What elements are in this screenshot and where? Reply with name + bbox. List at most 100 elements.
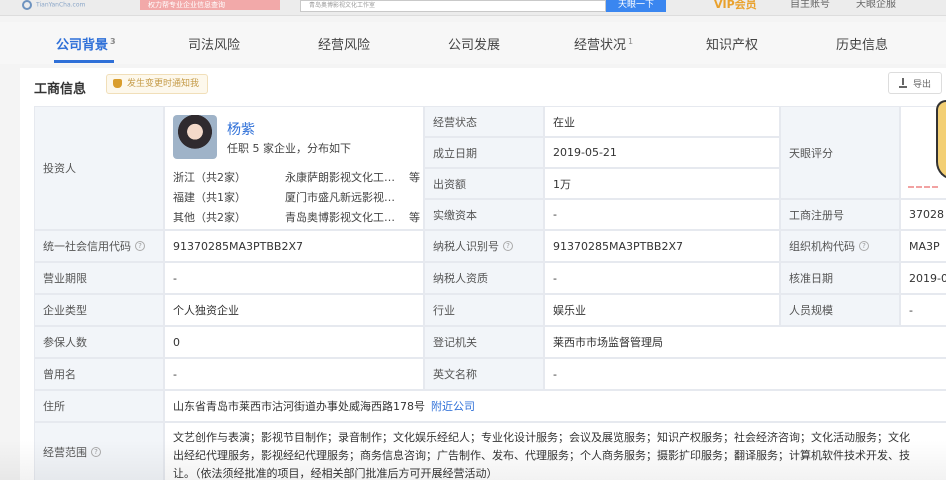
tab-label: 司法风险 bbox=[188, 38, 241, 53]
status-value: 在业 bbox=[544, 106, 780, 137]
enterprise-service-link[interactable]: 天眼企服 bbox=[856, 0, 896, 10]
approve-date-value: 2019-0 bbox=[900, 262, 946, 294]
province-row: 其他（共2家） bbox=[173, 211, 246, 224]
investor-summary: 任职 5 家企业，分布如下 bbox=[227, 142, 351, 155]
former-name-label: 曾用名 bbox=[34, 358, 164, 390]
tab-bar: 公司背景 3 司法风险 经营风险 公司发展 经营状况 1 知识产权 历史信息 bbox=[0, 22, 946, 64]
term-label: 营业期限 bbox=[34, 262, 164, 294]
download-icon bbox=[899, 78, 907, 88]
vip-link[interactable]: VIP会员 bbox=[714, 0, 757, 10]
business-info-panel: 工商信息 发生变更时通知我 导出 投资人 杨紫 任职 5 家企业，分布如下 浙江… bbox=[20, 68, 946, 480]
scope-line: 文艺创作与表演；影视节目制作；录音制作；文化娱乐经纪人；专业化设计服务；会议及展… bbox=[173, 431, 910, 444]
found-date-label: 成立日期 bbox=[424, 137, 544, 168]
english-name-value: - bbox=[544, 358, 946, 390]
account-link[interactable]: 自主账号 bbox=[790, 0, 830, 10]
staff-size-value: - bbox=[900, 294, 946, 326]
scope-label-text: 经营范围 bbox=[43, 446, 87, 459]
section-title: 工商信息 bbox=[34, 82, 87, 97]
help-icon[interactable]: ? bbox=[91, 447, 101, 457]
org-code-label: 组织机构代码? bbox=[780, 230, 900, 262]
insured-label: 参保人数 bbox=[34, 326, 164, 358]
paid-capital-label: 实缴资本 bbox=[424, 199, 544, 230]
tab-company-background[interactable]: 公司背景 3 bbox=[56, 34, 116, 53]
help-icon[interactable]: ? bbox=[503, 241, 513, 251]
province-row: 浙江（共2家） bbox=[173, 171, 246, 184]
taxpayer-qual-value: - bbox=[544, 262, 780, 294]
scope-line: 让。（依法须经批准的项目，经相关部门批准后方可开展经营活动） bbox=[173, 467, 498, 480]
tab-history[interactable]: 历史信息 bbox=[836, 34, 888, 53]
address-label: 住所 bbox=[34, 390, 164, 422]
industry-label: 行业 bbox=[424, 294, 544, 326]
nearby-companies-link[interactable]: 附近公司 bbox=[431, 398, 475, 414]
change-notify-button[interactable]: 发生变更时通知我 bbox=[106, 74, 209, 94]
reg-number-label: 工商注册号 bbox=[780, 199, 900, 230]
taxpayer-qual-label: 纳税人资质 bbox=[424, 262, 544, 294]
industry-value: 娱乐业 bbox=[544, 294, 780, 326]
credit-code-label: 统一社会信用代码? bbox=[34, 230, 164, 262]
tab-judicial-risk[interactable]: 司法风险 bbox=[188, 34, 240, 53]
help-icon[interactable]: ? bbox=[859, 241, 869, 251]
former-name-value: - bbox=[164, 358, 424, 390]
search-button[interactable]: 天眼一下 bbox=[606, 0, 666, 12]
site-logo[interactable]: TianYanCha.com bbox=[22, 0, 132, 12]
decorative-mark bbox=[908, 186, 938, 190]
cartoon-sticker bbox=[936, 100, 946, 180]
tax-id-value: 91370285MA3PTBB2X7 bbox=[544, 230, 780, 262]
company-type-label: 企业类型 bbox=[34, 294, 164, 326]
tab-count: 1 bbox=[628, 36, 634, 46]
tab-label: 历史信息 bbox=[836, 38, 889, 53]
authority-label: 登记机关 bbox=[424, 326, 544, 358]
tab-label: 知识产权 bbox=[706, 38, 759, 53]
tab-label: 公司背景 bbox=[56, 38, 109, 53]
avatar[interactable] bbox=[173, 115, 217, 159]
logo-text: TianYanCha.com bbox=[36, 1, 86, 9]
tab-operational-risk[interactable]: 经营风险 bbox=[318, 34, 370, 53]
tab-label: 经营状况 bbox=[574, 38, 627, 53]
help-icon[interactable]: ? bbox=[135, 241, 145, 251]
export-label: 导出 bbox=[913, 80, 932, 90]
scope-value: 文艺创作与表演；影视节目制作；录音制作；文化娱乐经纪人；专业化设计服务；会议及展… bbox=[164, 422, 946, 480]
company-type-value: 个人独资企业 bbox=[164, 294, 424, 326]
promo-banner[interactable]: 权力帮专业企业信息查询 bbox=[140, 0, 280, 10]
investor-label: 投资人 bbox=[34, 106, 164, 230]
search-input[interactable]: 青岛奥博影视文化工作室 bbox=[300, 0, 606, 12]
logo-ring-icon bbox=[22, 0, 32, 10]
tab-label: 经营风险 bbox=[318, 38, 371, 53]
export-button[interactable]: 导出 bbox=[888, 72, 942, 94]
tab-count: 3 bbox=[110, 36, 116, 46]
investor-name-link[interactable]: 杨紫 bbox=[227, 119, 255, 139]
tax-id-label: 纳税人识别号? bbox=[424, 230, 544, 262]
tab-label: 公司发展 bbox=[448, 38, 501, 53]
tax-id-label-text: 纳税人识别号 bbox=[433, 240, 499, 253]
etc-text: 等 bbox=[409, 211, 420, 224]
approve-date-label: 核准日期 bbox=[780, 262, 900, 294]
tianyan-score-label: 天眼评分 bbox=[780, 106, 900, 199]
capital-label: 出资额 bbox=[424, 168, 544, 199]
credit-code-value: 91370285MA3PTBB2X7 bbox=[164, 230, 424, 262]
status-label: 经营状态 bbox=[424, 106, 544, 137]
term-value: - bbox=[164, 262, 424, 294]
badge-label: 发生变更时通知我 bbox=[127, 79, 200, 89]
top-header: TianYanCha.com 权力帮专业企业信息查询 青岛奥博影视文化工作室 天… bbox=[0, 0, 946, 16]
reg-number-value: 37028 bbox=[900, 199, 946, 230]
tab-intellectual-property[interactable]: 知识产权 bbox=[706, 34, 758, 53]
etc-text: 等 bbox=[409, 171, 420, 184]
scope-label: 经营范围? bbox=[34, 422, 164, 480]
company-link[interactable]: 青岛奥博影视文化工… bbox=[285, 209, 395, 225]
staff-size-label: 人员规模 bbox=[780, 294, 900, 326]
org-code-label-text: 组织机构代码 bbox=[789, 240, 855, 253]
active-tab-indicator bbox=[54, 60, 114, 63]
address-text: 山东省青岛市莱西市沽河街道办事处威海西路178号 bbox=[173, 400, 425, 413]
found-date-value: 2019-05-21 bbox=[544, 137, 780, 168]
bell-icon bbox=[113, 79, 122, 88]
tab-company-development[interactable]: 公司发展 bbox=[448, 34, 500, 53]
company-link[interactable]: 厦门市盛凡新远影视… bbox=[285, 189, 395, 205]
tab-business-status[interactable]: 经营状况 1 bbox=[574, 34, 633, 53]
insured-value: 0 bbox=[164, 326, 424, 358]
company-link[interactable]: 永康萨朗影视文化工… bbox=[285, 169, 395, 185]
province-row: 福建（共1家） bbox=[173, 191, 246, 204]
address-value: 山东省青岛市莱西市沽河街道办事处威海西路178号 附近公司 bbox=[164, 390, 946, 422]
english-name-label: 英文名称 bbox=[424, 358, 544, 390]
investor-card: 杨紫 任职 5 家企业，分布如下 浙江（共2家） 永康萨朗影视文化工… 等 福建… bbox=[164, 106, 424, 230]
capital-value: 1万 bbox=[544, 168, 780, 199]
